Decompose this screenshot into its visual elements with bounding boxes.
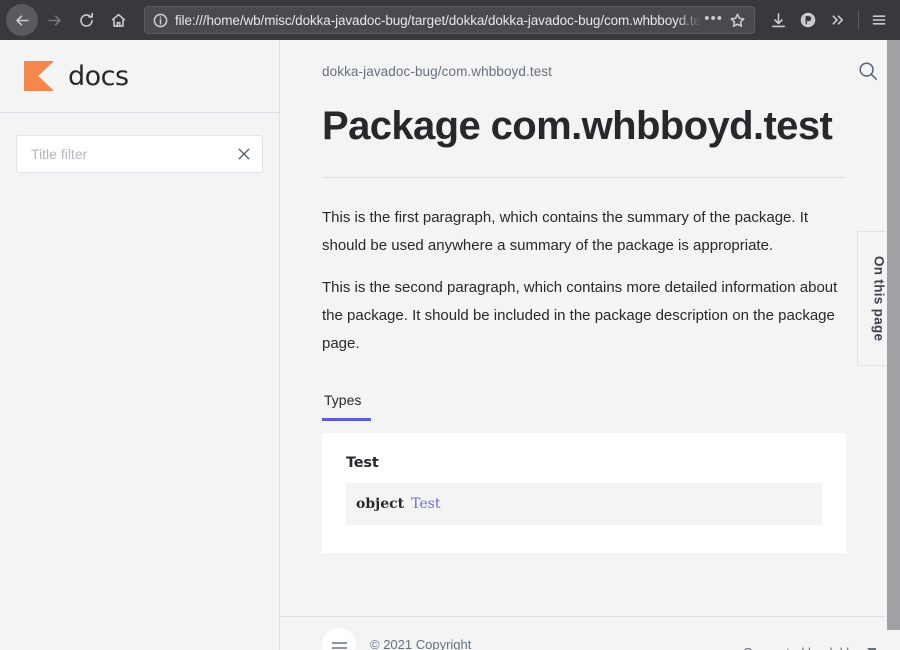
footer-left: © 2021 Copyright (322, 628, 471, 650)
back-arrow-icon (15, 14, 29, 26)
types-card: Test object Test (322, 433, 846, 553)
type-signature-row: object Test (346, 483, 822, 525)
tab-types[interactable]: Types (322, 392, 372, 421)
downloads-button[interactable] (763, 4, 793, 36)
article: Package com.whbboyd.test This is the fir… (280, 102, 886, 553)
page-info-icon[interactable] (153, 13, 168, 28)
summary-paragraph: This is the first paragraph, which conta… (322, 209, 809, 254)
toolbar-divider (858, 10, 859, 30)
keyword-object: object (356, 496, 405, 512)
app-menu-button[interactable] (864, 4, 894, 36)
generated-by-text: Generated by dokka (743, 645, 860, 650)
generated-by: Generated by dokka (743, 645, 876, 650)
overflow-button[interactable] (823, 4, 853, 36)
reload-icon (79, 12, 93, 27)
breadcrumb: dokka-javadoc-bug/com.whbboyd.test (322, 63, 553, 79)
url-text: file:///home/wb/misc/dokka-javadoc-bug/t… (175, 12, 702, 28)
type-entry-name: Test (346, 455, 379, 471)
page-viewport: docs dokka-javadoc-bug/com.whbboyd.test … (0, 40, 900, 650)
title-divider (322, 177, 846, 178)
kotlin-k-icon (24, 61, 54, 91)
page-title: Package com.whbboyd.test (322, 104, 833, 148)
home-icon (111, 13, 125, 27)
address-bar[interactable]: file:///home/wb/misc/dokka-javadoc-bug/t… (144, 6, 755, 34)
type-link-test[interactable]: Test (411, 496, 440, 512)
content-tabs: Types (322, 392, 846, 421)
search-button[interactable] (854, 57, 882, 85)
browser-toolbar: file:///home/wb/misc/dokka-javadoc-bug/t… (0, 0, 900, 40)
search-icon (859, 62, 878, 81)
breadcrumb-bar: dokka-javadoc-bug/com.whbboyd.test (280, 40, 900, 102)
reload-button[interactable] (70, 4, 102, 36)
title-filter[interactable] (16, 135, 263, 173)
double-chevron-right-icon (832, 15, 843, 25)
page-scrollbar-thumb[interactable] (887, 40, 900, 630)
main-content: dokka-javadoc-bug/com.whbboyd.test Packa… (280, 40, 900, 650)
on-this-page-label: On this page (871, 255, 887, 342)
download-icon (771, 12, 785, 27)
menu-lines-icon[interactable] (322, 628, 356, 650)
star-icon[interactable] (729, 12, 746, 29)
back-button[interactable] (6, 4, 38, 36)
description-paragraph: This is the second paragraph, which cont… (322, 279, 838, 352)
copyright-text: © 2021 Copyright (370, 636, 472, 650)
hamburger-menu-icon (872, 15, 886, 25)
home-button[interactable] (102, 4, 134, 36)
page-footer: © 2021 Copyright Generated by dokka (280, 616, 900, 650)
forward-button[interactable] (38, 4, 70, 36)
forward-arrow-icon (47, 14, 61, 26)
logo-wordmark: docs (68, 60, 129, 92)
title-filter-input[interactable] (29, 145, 230, 163)
pocket-button[interactable] (793, 4, 823, 36)
logo-home-link[interactable]: docs (0, 40, 279, 113)
page-scrollbar[interactable] (886, 40, 900, 650)
left-sidebar: docs (0, 40, 280, 650)
pocket-icon (800, 12, 816, 28)
page-actions-icon[interactable]: ••• (704, 11, 723, 30)
close-icon[interactable] (236, 146, 252, 162)
